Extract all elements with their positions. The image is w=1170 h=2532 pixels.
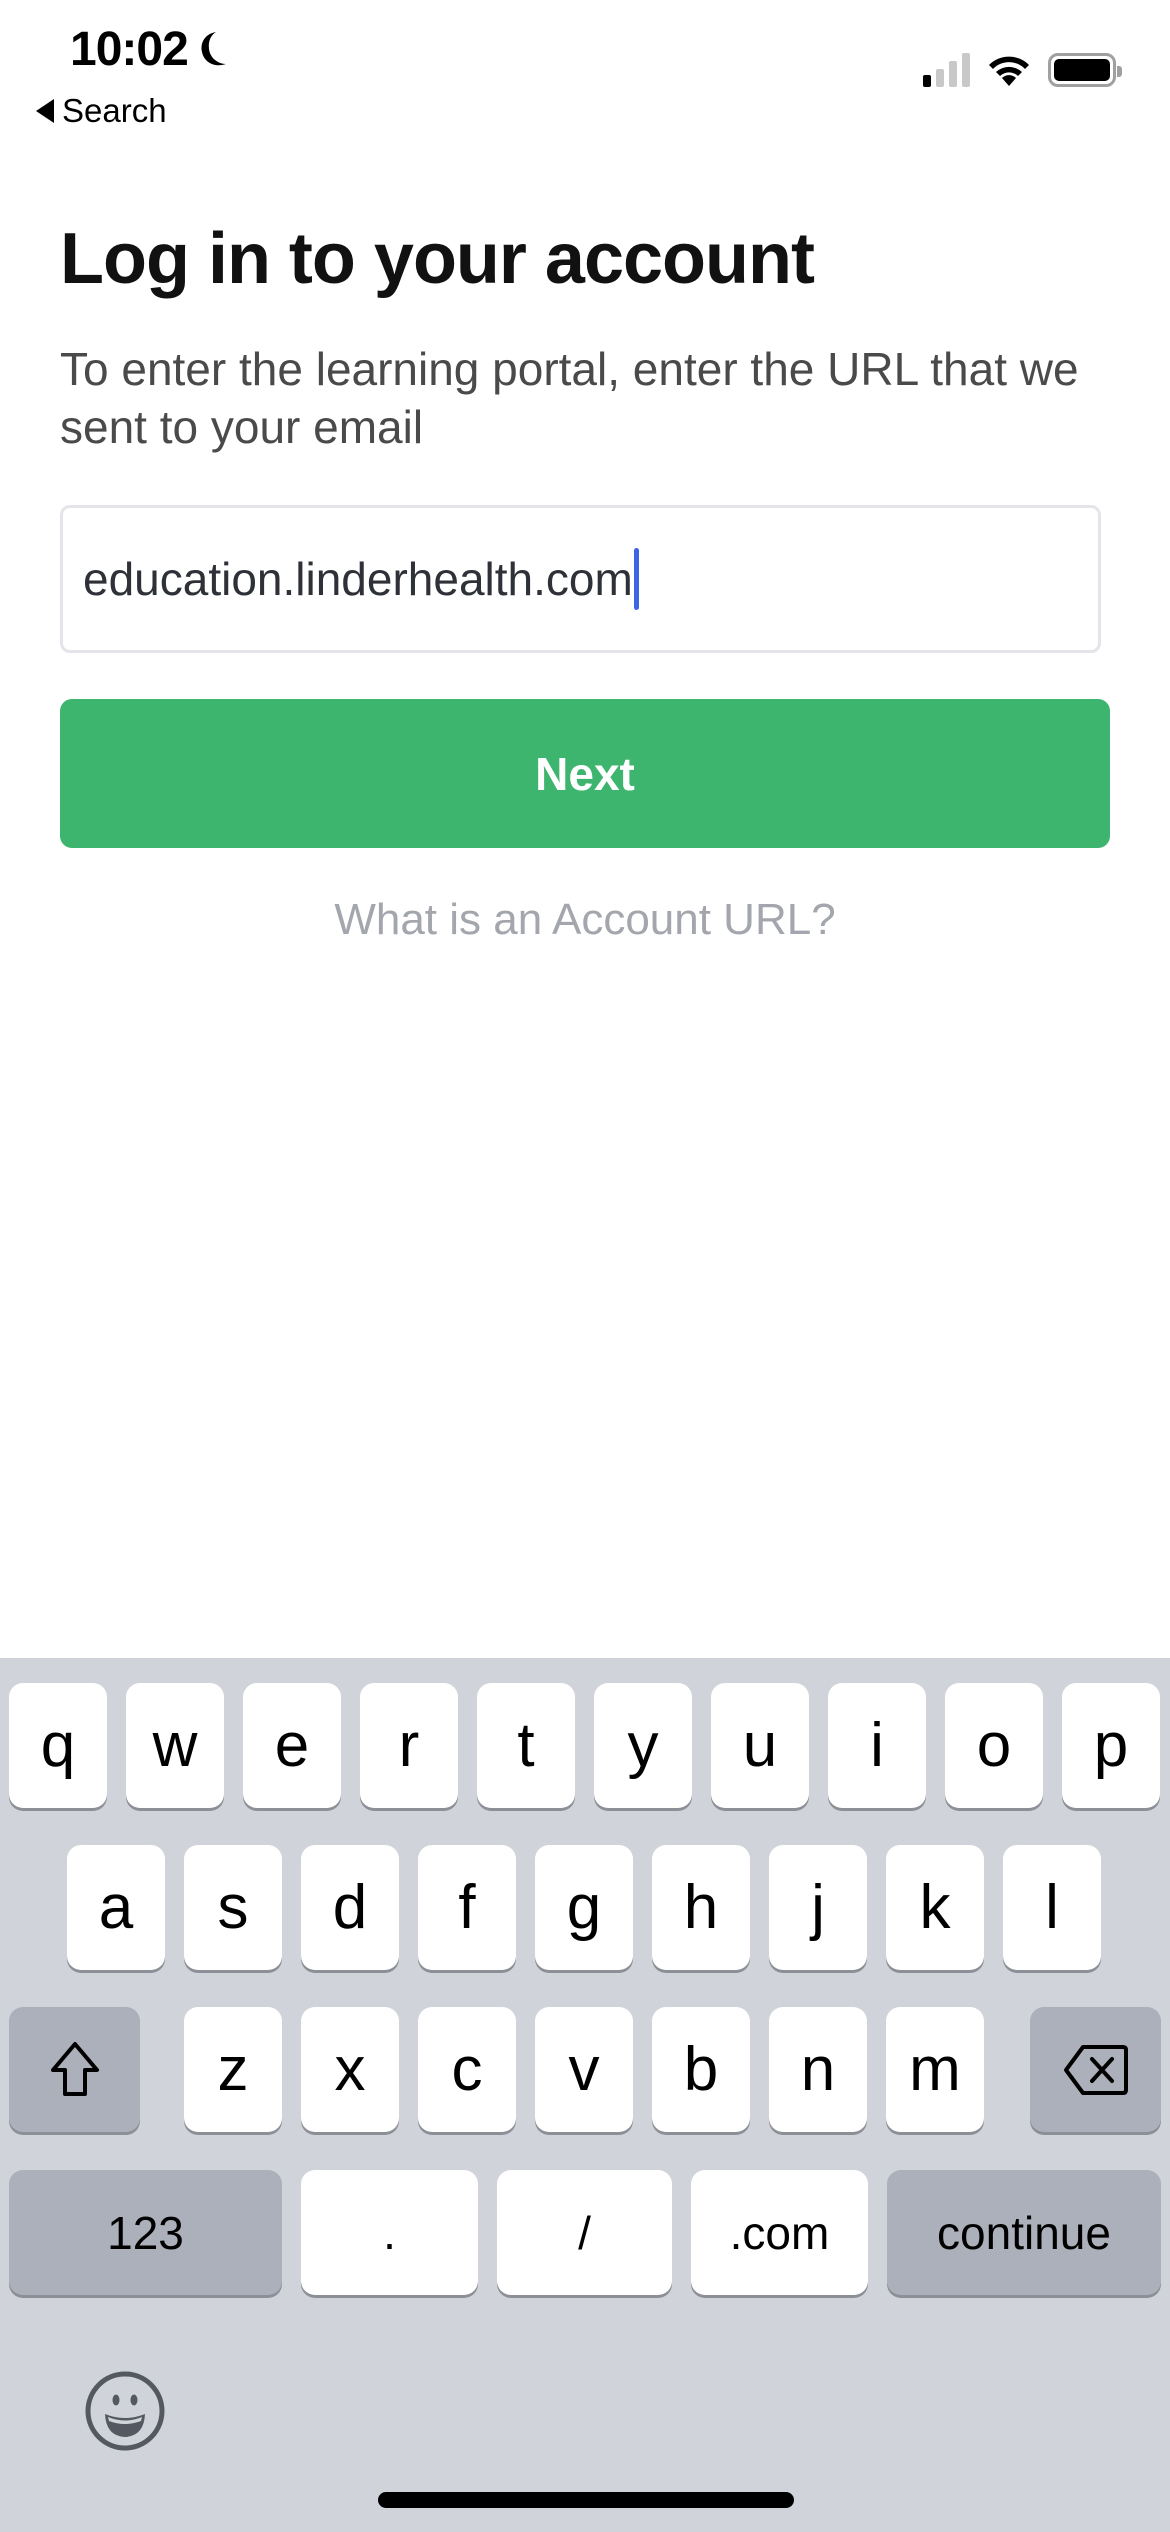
account-url-value[interactable]: education.linderhealth.com — [83, 552, 633, 606]
shift-key[interactable] — [9, 2007, 140, 2132]
key-b[interactable]: b — [652, 2007, 750, 2132]
key-h[interactable]: h — [652, 1845, 750, 1970]
key-z[interactable]: z — [184, 2007, 282, 2132]
moon-icon — [201, 31, 226, 65]
key-w[interactable]: w — [126, 1683, 224, 1808]
key-t[interactable]: t — [477, 1683, 575, 1808]
key-x[interactable]: x — [301, 2007, 399, 2132]
what-is-account-url-link[interactable]: What is an Account URL? — [0, 895, 1170, 945]
key-q[interactable]: q — [9, 1683, 107, 1808]
dotcom-key[interactable]: .com — [691, 2170, 868, 2295]
dot-key[interactable]: . — [301, 2170, 478, 2295]
continue-key[interactable]: continue — [887, 2170, 1161, 2295]
page-title: Log in to your account — [60, 219, 815, 299]
key-r[interactable]: r — [360, 1683, 458, 1808]
key-e[interactable]: e — [243, 1683, 341, 1808]
wifi-icon — [989, 56, 1029, 86]
key-i[interactable]: i — [828, 1683, 926, 1808]
delete-icon — [1063, 2044, 1128, 2095]
key-u[interactable]: u — [711, 1683, 809, 1808]
cellular-signal-icon — [923, 53, 970, 87]
key-f[interactable]: f — [418, 1845, 516, 1970]
key-j[interactable]: j — [769, 1845, 867, 1970]
key-v[interactable]: v — [535, 2007, 633, 2132]
status-indicators — [923, 52, 1122, 88]
key-o[interactable]: o — [945, 1683, 1043, 1808]
back-to-search-link[interactable]: Search — [36, 92, 167, 130]
battery-icon — [1048, 53, 1122, 87]
key-g[interactable]: g — [535, 1845, 633, 1970]
key-k[interactable]: k — [886, 1845, 984, 1970]
emoji-icon[interactable] — [84, 2370, 166, 2452]
key-l[interactable]: l — [1003, 1845, 1101, 1970]
shift-icon — [50, 2041, 99, 2096]
key-c[interactable]: c — [418, 2007, 516, 2132]
numbers-key[interactable]: 123 — [9, 2170, 282, 2295]
key-s[interactable]: s — [184, 1845, 282, 1970]
page-subtitle: To enter the learning portal, enter the … — [60, 343, 1079, 453]
account-url-input[interactable]: education.linderhealth.com — [60, 505, 1101, 653]
slash-key[interactable]: / — [497, 2170, 672, 2295]
key-m[interactable]: m — [886, 2007, 984, 2132]
delete-key[interactable] — [1030, 2007, 1161, 2132]
key-a[interactable]: a — [67, 1845, 165, 1970]
key-n[interactable]: n — [769, 2007, 867, 2132]
home-indicator[interactable] — [378, 2492, 794, 2508]
next-button[interactable]: Next — [60, 699, 1110, 848]
text-caret — [633, 548, 639, 610]
time-label: 10:02 — [70, 23, 189, 76]
back-arrow-icon — [36, 99, 54, 123]
key-y[interactable]: y — [594, 1683, 692, 1808]
key-p[interactable]: p — [1062, 1683, 1160, 1808]
key-d[interactable]: d — [301, 1845, 399, 1970]
status-time: 10:02 — [70, 22, 230, 77]
back-label: Search — [62, 92, 167, 129]
